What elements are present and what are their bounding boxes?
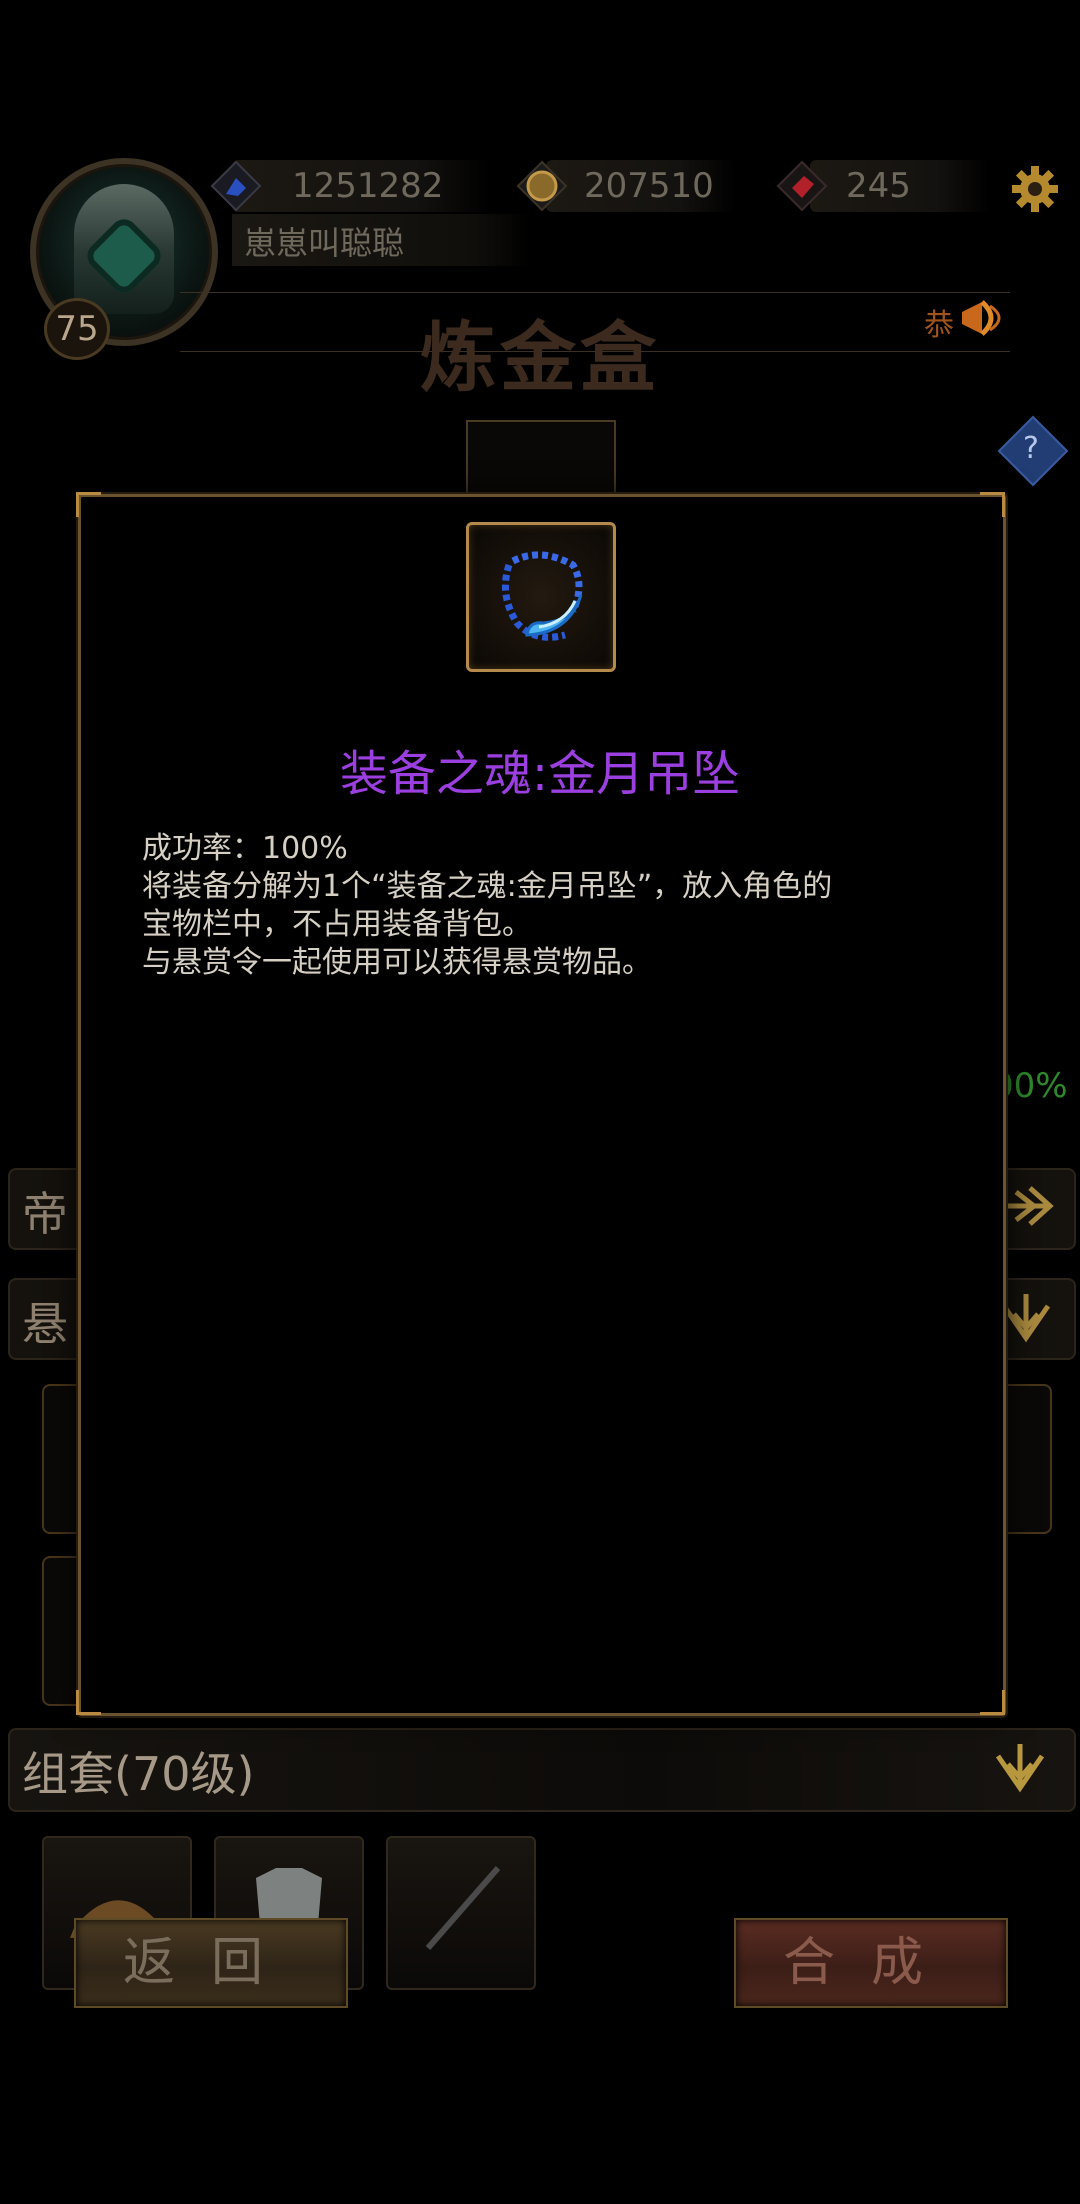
bounty-row-label: 悬 (22, 1297, 68, 1351)
blue-crystal-icon (210, 160, 262, 212)
help-question-mark: ? (1023, 431, 1039, 466)
page-title: 炼金盒 (420, 313, 660, 402)
chevron-down-icon[interactable] (990, 1738, 1050, 1798)
gold-coin-icon (516, 160, 568, 212)
ticker-text: 恭 (924, 308, 954, 343)
red-gem-icon (776, 160, 828, 212)
modal-corner-ornament (76, 492, 101, 517)
item-info-modal[interactable] (78, 494, 1006, 1716)
item-title: 装备之魂:金月吊坠 (339, 746, 741, 802)
modal-corner-ornament (980, 492, 1005, 517)
emperor-row-label: 帝 (22, 1187, 68, 1241)
compose-button[interactable]: 合成 (734, 1918, 1008, 2008)
set-row-label: 组套(70级) (22, 1747, 255, 1801)
gold-value: 207510 (584, 166, 714, 206)
modal-corner-ornament (980, 1690, 1005, 1715)
modal-corner-ornament (76, 1690, 101, 1715)
blue-moon-pendant-icon (501, 551, 583, 641)
back-button[interactable]: 返回 (74, 1918, 348, 2008)
item-description: 成功率：100% 将装备分解为1个“装备之魂:金月吊坠”，放入角色的 宝物栏中，… (142, 831, 833, 980)
energy-value: 1251282 (292, 166, 444, 206)
item-icon-slot (466, 522, 616, 672)
gear-icon[interactable] (1010, 164, 1060, 214)
player-name: 崽崽叫聪聪 (244, 224, 405, 262)
gems-value: 245 (846, 166, 911, 206)
alchemy-slot-behind (466, 420, 616, 498)
megaphone-icon[interactable] (954, 294, 1010, 342)
set-item-sword[interactable] (386, 1836, 536, 1990)
sword-icon (425, 1866, 501, 1950)
